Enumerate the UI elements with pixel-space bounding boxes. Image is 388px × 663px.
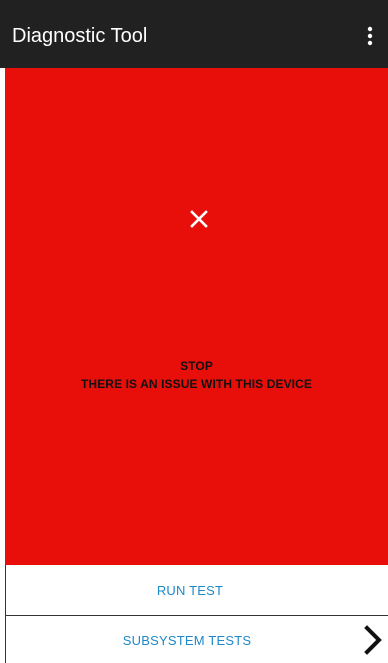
status-title: STOP [180, 359, 213, 373]
app-screen: Diagnostic Tool STOP THERE IS AN ISSUE W… [0, 0, 388, 663]
run-test-label: RUN TEST [156, 582, 224, 598]
more-vert-icon[interactable] [358, 24, 382, 48]
app-title: Diagnostic Tool [12, 24, 148, 47]
subsystem-tests-label: SUBSYSTEM TESTS [122, 633, 252, 648]
run-test-button[interactable]: RUN TEST [5, 565, 388, 616]
subsystem-tests-button[interactable]: SUBSYSTEM TESTS [5, 616, 388, 663]
close-icon [190, 210, 208, 228]
status-panel: STOP THERE IS AN ISSUE WITH THIS DEVICE [5, 68, 388, 565]
status-message: THERE IS AN ISSUE WITH THIS DEVICE [81, 377, 312, 391]
app-bar: Diagnostic Tool [0, 0, 388, 68]
chevron-right-icon [364, 625, 382, 655]
